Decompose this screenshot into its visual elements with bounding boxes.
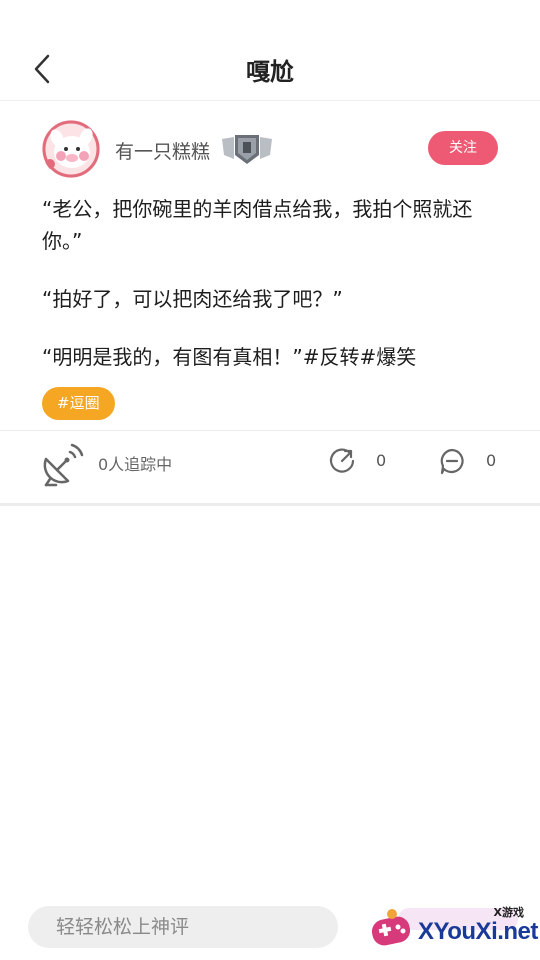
gamepad-logo-icon	[371, 909, 411, 946]
comment-button[interactable]	[438, 447, 466, 475]
comment-count: 0	[486, 451, 497, 470]
topic-tag[interactable]: #逗圈	[42, 387, 115, 420]
post-paragraph: “拍好了，可以把肉还给我了吧？”	[42, 287, 343, 311]
level-shield-badge-icon	[222, 135, 272, 164]
avatar[interactable]	[42, 120, 100, 178]
post-paragraph: “明明是我的，有图有真相！”#反转#爆笑	[42, 345, 417, 369]
author-name[interactable]: 有一只糕糕	[115, 137, 210, 164]
stats-bar: 0人追踪中 0 0	[0, 430, 540, 506]
pig-avatar-icon	[42, 120, 100, 178]
comment-input[interactable]	[28, 906, 338, 948]
repost-count: 0	[376, 451, 387, 470]
comment-icon	[440, 448, 464, 475]
site-watermark: X游戏 XYouXi.net	[368, 900, 538, 956]
repost-button[interactable]	[328, 447, 356, 475]
track-button[interactable]	[40, 439, 88, 487]
post-paragraph: “老公，把你碗里的羊肉借点给我，我拍个照就还你。”	[42, 197, 473, 253]
level-badge	[220, 131, 274, 167]
top-bar: 嘎尬	[0, 0, 540, 101]
satellite-dish-icon	[43, 443, 84, 487]
watermark-text: XYouXi.net	[418, 918, 538, 945]
repost-icon	[329, 448, 355, 473]
post-content: “老公，把你碗里的羊肉借点给我，我拍个照就还你。” “拍好了，可以把肉还给我了吧…	[42, 193, 502, 373]
page-title: 嘎尬	[246, 58, 294, 86]
tracking-count: 0人追踪中	[98, 455, 173, 474]
follow-button[interactable]: 关注	[428, 131, 498, 165]
